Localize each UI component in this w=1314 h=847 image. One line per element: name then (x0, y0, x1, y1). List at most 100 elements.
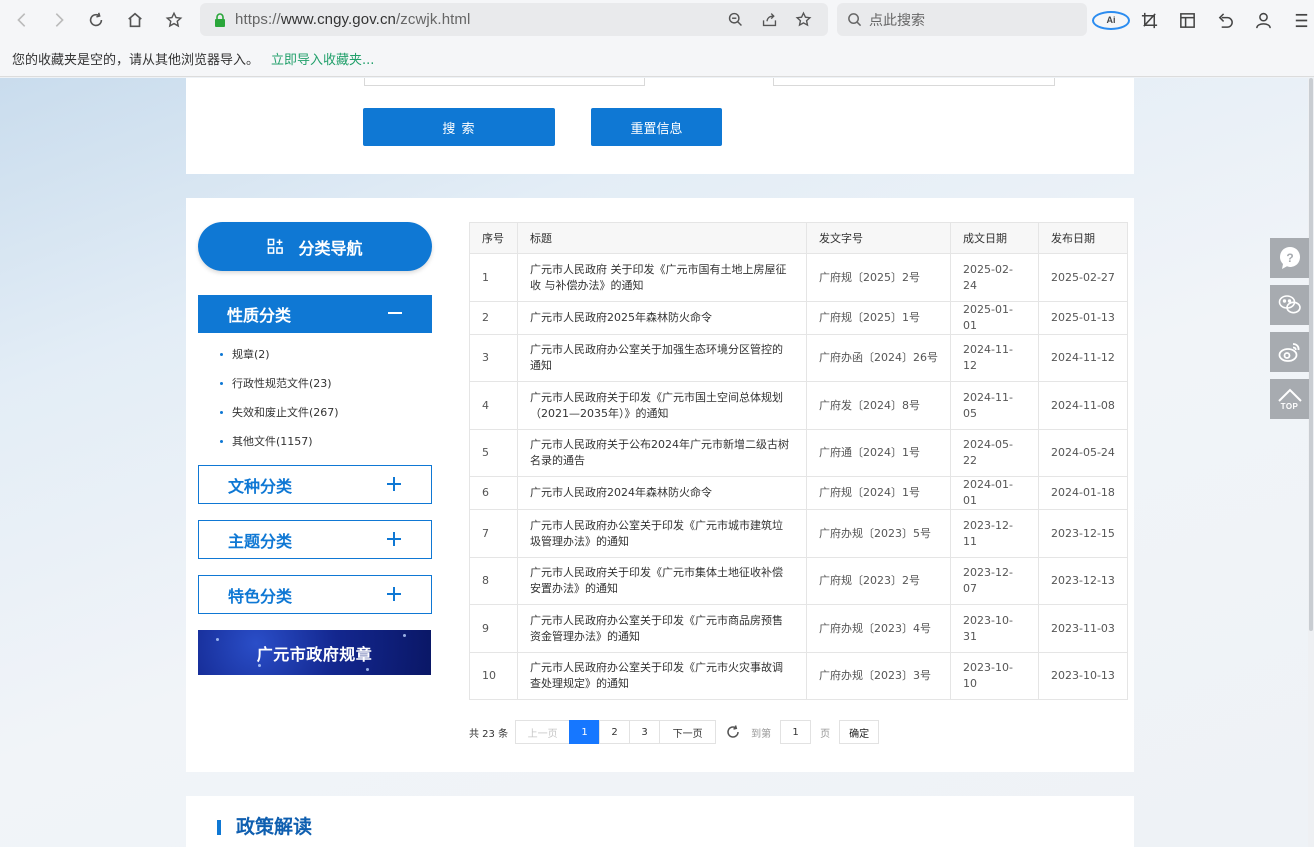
row-title-link[interactable]: 广元市人民政府办公室关于加强生态环境分区管控的通知 (517, 334, 807, 382)
row-title-link[interactable]: 广元市人民政府办公室关于印发《广元市城市建筑垃圾管理办法》的通知 (517, 509, 807, 558)
table-row: 2 广元市人民政府2025年森林防火命令 广府规〔2025〕1号 2025-01… (469, 301, 1128, 335)
row-publish-date: 2024-05-24 (1038, 429, 1128, 477)
header-written-date: 成文日期 (950, 222, 1039, 254)
expand-icon (387, 476, 401, 491)
page-button-1[interactable]: 1 (569, 720, 601, 744)
page-unit-label: 页 (820, 728, 831, 740)
browser-search-input[interactable]: 点此搜索 (837, 3, 1087, 36)
ai-button[interactable]: Ai (1092, 10, 1130, 30)
page-button-3[interactable]: 3 (629, 720, 661, 744)
header-publish-date: 发布日期 (1038, 222, 1128, 254)
favorites-button[interactable] (155, 0, 193, 40)
row-publish-date: 2024-11-08 (1038, 381, 1128, 430)
next-page-button[interactable]: 下一页 (659, 720, 717, 744)
row-title-link[interactable]: 广元市人民政府办公室关于印发《广元市火灾事故调查处理规定》的通知 (517, 652, 807, 700)
row-title-link[interactable]: 广元市人民政府关于公布2024年广元市新增二级古树名录的通告 (517, 429, 807, 477)
crop-button[interactable] (1130, 11, 1168, 30)
undo-button[interactable] (1206, 11, 1244, 30)
filter-input-1[interactable] (364, 78, 645, 86)
account-button[interactable] (1244, 11, 1282, 30)
reset-button[interactable]: 重置信息 (591, 108, 722, 146)
table-row: 8 广元市人民政府关于印发《广元市集体土地征收补偿安置办法》的通知 广府规〔20… (469, 557, 1128, 605)
expand-icon (387, 586, 401, 601)
menu-icon (1295, 13, 1307, 27)
row-index: 4 (469, 381, 518, 430)
row-publish-date: 2023-12-15 (1038, 509, 1128, 558)
subcategory-other-docs[interactable]: 其他文件(1157) (218, 427, 339, 456)
category-doc-type[interactable]: 文种分类 (198, 465, 432, 504)
home-button[interactable] (116, 0, 154, 40)
goto-page-input[interactable]: 1 (780, 720, 812, 744)
undo-icon (1218, 12, 1233, 28)
help-button[interactable]: ? (1270, 238, 1309, 278)
category-topic[interactable]: 主题分类 (198, 520, 432, 559)
row-doc-number: 广府规〔2025〕1号 (806, 301, 951, 335)
row-title-link[interactable]: 广元市人民政府关于印发《广元市国土空间总体规划（2021—2035年）》的通知 (517, 381, 807, 430)
scrollbar-thumb[interactable] (1309, 78, 1313, 631)
wechat-button[interactable] (1270, 285, 1309, 325)
back-to-top-button[interactable]: TOP (1270, 379, 1309, 419)
table-row: 6 广元市人民政府2024年森林防火命令 广府规〔2024〕1号 2024-01… (469, 476, 1128, 510)
policy-interpretation-panel (186, 796, 1134, 847)
row-title-link[interactable]: 广元市人民政府关于印发《广元市集体土地征收补偿安置办法》的通知 (517, 557, 807, 605)
weibo-button[interactable] (1270, 332, 1309, 372)
category-nature[interactable]: 性质分类 (198, 295, 432, 333)
row-title-link[interactable]: 广元市人民政府办公室关于印发《广元市商品房预售资金管理办法》的通知 (517, 604, 807, 653)
reload-button[interactable] (77, 0, 115, 40)
row-title-link[interactable]: 广元市人民政府2025年森林防火命令 (517, 301, 807, 335)
lock-icon (215, 12, 225, 27)
top-label: TOP (1280, 401, 1299, 411)
share-button[interactable] (752, 11, 786, 28)
header-doc-number: 发文字号 (806, 222, 951, 254)
table-row: 10 广元市人民政府办公室关于印发《广元市火灾事故调查处理规定》的通知 广府办规… (469, 652, 1128, 700)
sidebar-toggle-button[interactable] (1168, 11, 1206, 30)
category-special[interactable]: 特色分类 (198, 575, 432, 614)
filter-input-2[interactable] (773, 78, 1055, 86)
table-row: 4 广元市人民政府关于印发《广元市国土空间总体规划（2021—2035年）》的通… (469, 381, 1128, 430)
menu-button[interactable] (1282, 11, 1314, 30)
header-title: 标题 (517, 222, 807, 254)
back-button[interactable] (3, 0, 41, 40)
bookmark-button[interactable] (786, 11, 820, 28)
help-bubble-icon: ? (1279, 247, 1300, 269)
goto-label: 到第 (751, 728, 772, 740)
zoom-button[interactable] (718, 11, 752, 28)
row-index: 10 (469, 652, 518, 700)
subcategory-invalid-docs[interactable]: 失效和废止文件(267) (218, 398, 339, 427)
prev-page-button[interactable]: 上一页 (515, 720, 571, 744)
collapse-icon (388, 305, 402, 319)
svg-text:?: ? (1286, 251, 1293, 265)
row-written-date: 2024-01-01 (950, 476, 1039, 510)
row-doc-number: 广府办规〔2023〕3号 (806, 652, 951, 700)
row-written-date: 2024-11-12 (950, 334, 1039, 382)
row-doc-number: 广府通〔2024〕1号 (806, 429, 951, 477)
subcategory-regulations[interactable]: 规章(2) (218, 340, 339, 369)
row-written-date: 2023-10-31 (950, 604, 1039, 653)
arrow-up-icon (1277, 388, 1302, 402)
refresh-icon[interactable] (725, 724, 741, 740)
row-written-date: 2024-05-22 (950, 429, 1039, 477)
favorites-bar: 您的收藏夹是空的，请从其他浏览器导入。 立即导入收藏夹... (0, 40, 1314, 77)
favorites-empty-message: 您的收藏夹是空的，请从其他浏览器导入。 (12, 52, 260, 68)
search-button[interactable]: 搜 索 (363, 108, 555, 146)
subcategory-normative-docs[interactable]: 行政性规范文件(23) (218, 369, 339, 398)
search-icon (848, 13, 862, 27)
row-publish-date: 2023-11-03 (1038, 604, 1128, 653)
home-icon (128, 12, 142, 28)
forward-button[interactable] (40, 0, 78, 40)
row-title-link[interactable]: 广元市人民政府2024年森林防火命令 (517, 476, 807, 510)
document-table: 序号 标题 发文字号 成文日期 发布日期 1 广元市人民政府 关于印发《广元市国… (469, 222, 1128, 700)
total-count: 共 23 条 (469, 728, 509, 740)
row-index: 5 (469, 429, 518, 477)
row-index: 1 (469, 253, 518, 302)
gov-regulations-banner[interactable]: 广元市政府规章 (198, 630, 431, 675)
import-favorites-link[interactable]: 立即导入收藏夹... (271, 49, 374, 68)
row-index: 2 (469, 301, 518, 335)
row-doc-number: 广府规〔2023〕2号 (806, 557, 951, 605)
page-button-2[interactable]: 2 (599, 720, 631, 744)
goto-confirm-button[interactable]: 确定 (839, 720, 880, 744)
row-title-link[interactable]: 广元市人民政府 关于印发《广元市国有土地上房屋征收 与补偿办法》的通知 (517, 253, 807, 302)
row-index: 7 (469, 509, 518, 558)
address-bar[interactable]: https://www.cngy.gov.cn/zcwjk.html (200, 3, 828, 36)
ai-icon: Ai (1092, 10, 1130, 30)
